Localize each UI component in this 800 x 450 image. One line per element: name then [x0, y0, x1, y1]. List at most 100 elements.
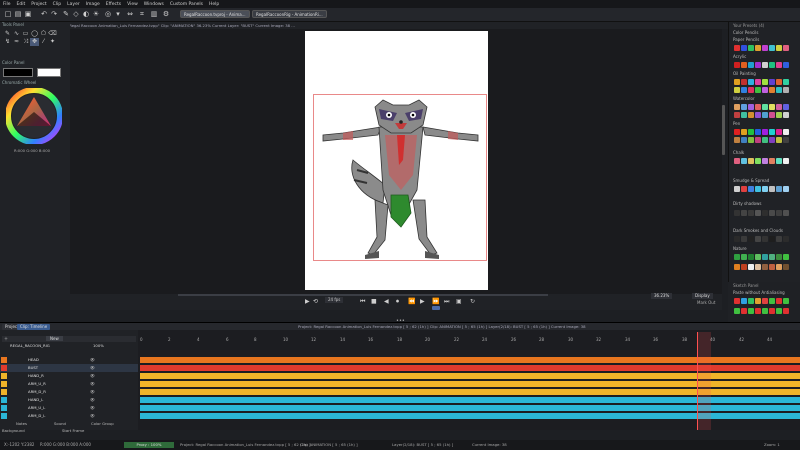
prev-frame-icon[interactable]: ◀ [384, 298, 389, 305]
background-label[interactable]: Background [2, 428, 25, 433]
notes-label[interactable]: Notes [16, 421, 27, 426]
add-layer-icon[interactable]: ＋ [4, 336, 8, 342]
eye-icon[interactable]: 👁 [90, 356, 95, 364]
menu-project[interactable]: Project [31, 2, 46, 7]
pen-brushes-row2[interactable] [734, 137, 789, 143]
current-frame-marker[interactable] [432, 306, 440, 310]
step-forward-icon[interactable]: ⏩ [432, 298, 439, 305]
light-table-icon[interactable]: ☀ [92, 10, 100, 19]
layer-row[interactable]: ARM_D_R 👁 [0, 388, 138, 396]
opacity-value[interactable]: 100% [93, 343, 104, 348]
chalk-brushes[interactable] [734, 158, 789, 164]
section-nature[interactable]: Nature [733, 246, 747, 251]
warp-tool-icon[interactable]: ⤨ [21, 38, 30, 46]
menu-custom-panels[interactable]: Custom Panels [170, 2, 203, 7]
fill-tool-icon[interactable]: ◐ [82, 10, 90, 19]
onion-skin-icon[interactable]: ◎ [104, 10, 112, 19]
presets-scrollbar[interactable] [722, 105, 725, 155]
redo-icon[interactable]: ↷ [50, 10, 58, 19]
eye-icon[interactable]: 👁 [90, 380, 95, 388]
oil-brushes[interactable] [734, 79, 789, 85]
pen-brushes[interactable] [734, 129, 789, 135]
layer-row[interactable]: HEAD 👁 [0, 356, 138, 364]
zoom-field[interactable]: 36.23% [651, 293, 673, 299]
layer-row[interactable]: ARM_D_L 👁 [0, 412, 138, 420]
menu-effects[interactable]: Effects [106, 2, 121, 7]
section-dirty-shadows[interactable]: Dirty shadows [733, 201, 761, 206]
undo-icon[interactable]: ↶ [40, 10, 48, 19]
record-icon[interactable]: ⏺ [396, 298, 399, 306]
curve-tool-icon[interactable]: ∿ [12, 30, 21, 38]
flip-icon[interactable]: ⇔ [126, 10, 134, 19]
group-label[interactable]: REGAL_RACOON_RIG [10, 343, 50, 348]
color-group-label[interactable]: Color Group [91, 421, 114, 426]
eye-icon[interactable]: 👁 [90, 396, 95, 404]
stop-icon[interactable]: ■ [371, 298, 377, 305]
start-frame-label[interactable]: Start Frame [62, 428, 84, 433]
eye-icon[interactable]: 👁 [90, 372, 95, 380]
section-pen[interactable]: Pen [733, 121, 740, 126]
refresh-icon[interactable]: ↻ [470, 298, 475, 305]
tag-icon[interactable]: ▾ [114, 10, 122, 19]
paper-pencil-brushes[interactable] [734, 45, 789, 51]
section-oil-painting[interactable]: Oil Painting [733, 71, 756, 76]
smoke-brushes[interactable] [734, 236, 789, 242]
last-frame-icon[interactable]: ⏭ [444, 298, 449, 306]
tab-regalraccoon[interactable]: RegalRaccoon.tvproj - Anima... [180, 10, 250, 18]
polygon-tool-icon[interactable]: ⬠ [39, 30, 48, 38]
acrylic-brushes[interactable] [734, 62, 789, 68]
play-forward-icon[interactable]: ▶ [420, 298, 425, 305]
ellipse-tool-icon[interactable]: ◯ [30, 30, 39, 38]
new-file-icon[interactable]: □ [4, 10, 12, 19]
watercolor-brushes[interactable] [734, 104, 789, 110]
menu-clip[interactable]: Clip [53, 2, 62, 7]
save-icon[interactable]: ▣ [24, 10, 32, 19]
layer-row[interactable]: HAND_R 👁 [0, 372, 138, 380]
menu-file[interactable]: File [3, 2, 11, 7]
secondary-color-swatch[interactable] [37, 68, 61, 77]
new-layer-button[interactable]: New [46, 336, 63, 341]
shape-tool-icon[interactable]: ◇ [72, 10, 80, 19]
current-frame-cursor[interactable] [697, 332, 711, 430]
eye-icon[interactable]: 👁 [90, 364, 95, 372]
open-file-icon[interactable]: ▤ [14, 10, 22, 19]
mark-out-label[interactable]: Mark Out [697, 300, 715, 305]
section-color-pencils[interactable]: Color Pencils [733, 30, 759, 35]
step-back-icon[interactable]: ⏪ [408, 298, 415, 305]
eraser-tool-icon[interactable]: ⌫ [48, 30, 57, 38]
section-chalk[interactable]: Chalk [733, 150, 744, 155]
proxy-indicator[interactable]: Proxy : 100% [124, 442, 174, 448]
rect-tool-icon[interactable]: ▭ [21, 30, 30, 38]
section-acrylic[interactable]: Acrylic [733, 54, 746, 59]
section-paper-pencils[interactable]: Paper Pencils [733, 37, 759, 42]
nature-brushes[interactable] [734, 254, 789, 260]
section-smudge-spread[interactable]: Smudge & Spread [733, 178, 769, 183]
watercolor-brushes-row2[interactable] [734, 112, 789, 118]
menu-help[interactable]: Help [209, 2, 219, 7]
timeline-scrubber[interactable] [178, 294, 548, 296]
primary-color-swatch[interactable] [3, 68, 33, 77]
move-tool-icon[interactable]: ✦ [48, 38, 57, 46]
layer-row[interactable]: BUST 👁 [0, 364, 138, 372]
menu-view[interactable]: View [127, 2, 138, 7]
display-select[interactable]: Display [692, 293, 713, 299]
paste-without-antialiasing[interactable]: Paste without Antialiasing [733, 290, 785, 295]
layer-row[interactable]: HAND_L 👁 [0, 396, 138, 404]
stamp-icon[interactable]: ▣ [456, 298, 462, 305]
eye-icon[interactable]: 👁 [90, 388, 95, 396]
eye-icon[interactable]: 👁 [90, 404, 95, 412]
select-tool-icon[interactable]: ✥ [30, 38, 39, 46]
layer-row[interactable]: ARM_U_L 👁 [0, 404, 138, 412]
nature-brushes-row2[interactable] [734, 264, 789, 270]
first-frame-icon[interactable]: ⏮ [360, 298, 365, 306]
crop-icon[interactable]: ⌗ [138, 10, 146, 19]
tab-regalraccoon-rig[interactable]: RegalRaccoonRig - AnimationRi... [252, 10, 327, 18]
pen-tool-icon[interactable]: ✎ [3, 30, 12, 38]
section-dark-smokes[interactable]: Dark Smokes and Clouds [733, 228, 783, 233]
settings-icon[interactable]: ⚙ [162, 10, 170, 19]
menu-layer[interactable]: Layer [67, 2, 80, 7]
sketch-brushes[interactable] [734, 298, 789, 304]
lasso-tool-icon[interactable]: ↯ [3, 38, 12, 46]
dirty-shadow-brushes[interactable] [734, 210, 789, 216]
sketch-brushes-row2[interactable] [734, 308, 789, 314]
